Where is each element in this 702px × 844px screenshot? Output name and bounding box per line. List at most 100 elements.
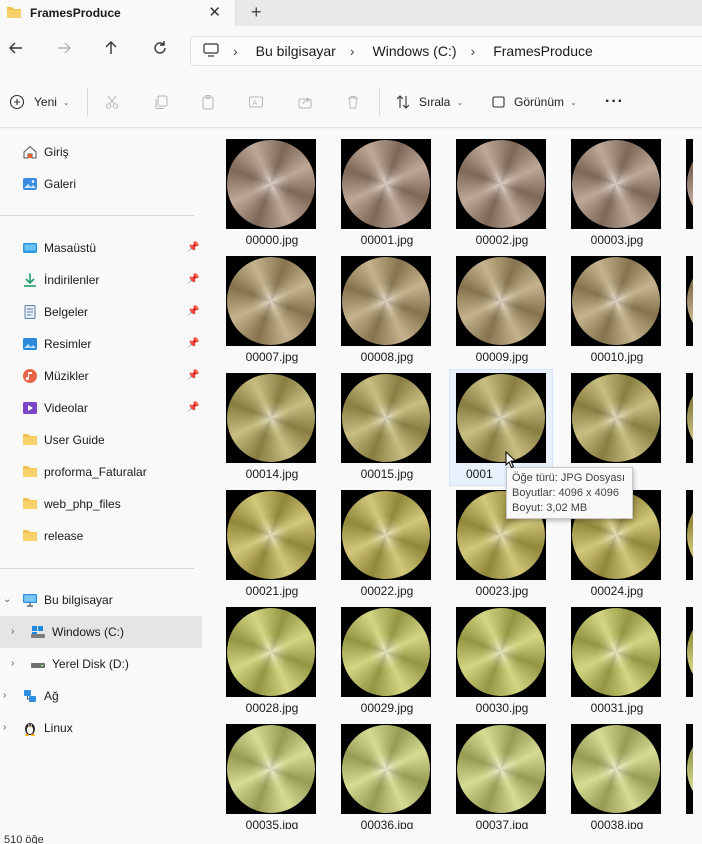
chevron-right-icon[interactable]: › bbox=[3, 690, 6, 701]
chevron-right-icon[interactable]: › bbox=[11, 626, 14, 637]
file-name: 00036.jpg bbox=[360, 818, 414, 829]
scrollbar-track[interactable] bbox=[693, 129, 702, 829]
breadcrumb-framesproduce[interactable]: FramesProduce bbox=[493, 43, 593, 59]
pin-icon[interactable]: 📌 bbox=[187, 242, 199, 253]
file-thumbnail[interactable]: 00000.jpg bbox=[208, 129, 316, 247]
pin-icon[interactable]: 📌 bbox=[187, 370, 199, 381]
file-name: 00015.jpg bbox=[360, 467, 414, 481]
chevron-right-icon[interactable]: › bbox=[11, 658, 14, 669]
arrow-up-icon bbox=[105, 41, 117, 54]
up-button[interactable] bbox=[99, 39, 123, 63]
sidebar-item-network[interactable]: › Ağ bbox=[0, 680, 202, 712]
download-icon bbox=[22, 272, 38, 288]
file-thumbnail[interactable]: 00029.jpg bbox=[323, 597, 431, 715]
chevron-right-icon[interactable]: › bbox=[3, 722, 6, 733]
pin-icon[interactable]: 📌 bbox=[187, 274, 199, 285]
file-thumbnail[interactable]: 00007.jpg bbox=[208, 246, 316, 364]
file-thumbnail[interactable]: 00021.jpg bbox=[208, 480, 316, 598]
file-thumbnail[interactable]: 00030.jpg bbox=[438, 597, 546, 715]
sidebar-item-gallery[interactable]: Galeri bbox=[0, 168, 202, 200]
sidebar-item-videos[interactable]: Videolar 📌 bbox=[0, 392, 202, 424]
file-thumbnail[interactable]: 9 bbox=[553, 363, 661, 481]
pin-icon[interactable]: 📌 bbox=[187, 338, 199, 349]
close-tab-icon[interactable]: ✕ bbox=[208, 3, 221, 21]
delete-button[interactable] bbox=[345, 90, 361, 114]
pin-icon[interactable]: 📌 bbox=[187, 306, 199, 317]
sidebar-item-downloads[interactable]: İndirilenler 📌 bbox=[0, 264, 202, 296]
copy-button[interactable] bbox=[153, 90, 169, 114]
thumbnail-image bbox=[226, 607, 316, 697]
tab-framesproduce[interactable]: FramesProduce ✕ bbox=[0, 0, 236, 26]
sidebar-item-proforma-faturalar[interactable]: proforma_Faturalar bbox=[0, 456, 202, 488]
file-thumbnail[interactable]: 00009.jpg bbox=[438, 246, 546, 364]
sidebar-item-label: Belgeler bbox=[44, 305, 89, 319]
sort-button[interactable]: Sırala ⌄ bbox=[395, 90, 463, 114]
new-button[interactable]: Yeni ⌄ bbox=[9, 90, 70, 114]
file-thumbnail[interactable]: 00002.jpg bbox=[438, 129, 546, 247]
breadcrumb-this-pc[interactable]: Bu bilgisayar bbox=[256, 43, 336, 59]
thumbnail-image bbox=[341, 139, 431, 229]
file-thumbnail[interactable]: 00031.jpg bbox=[553, 597, 661, 715]
see-more-button[interactable]: ··· bbox=[605, 90, 624, 114]
sort-label: Sırala bbox=[419, 95, 451, 109]
folder-icon bbox=[22, 496, 38, 512]
cut-button[interactable] bbox=[104, 90, 120, 114]
file-thumbnail[interactable]: 00010.jpg bbox=[553, 246, 661, 364]
tab-title: FramesProduce bbox=[30, 6, 121, 20]
rename-button[interactable]: A bbox=[248, 90, 264, 114]
file-thumbnail[interactable]: 00014.jpg bbox=[208, 363, 316, 481]
pin-icon[interactable]: 📌 bbox=[187, 402, 199, 413]
file-name: 00028.jpg bbox=[245, 701, 299, 715]
file-name: 00024.jpg bbox=[590, 584, 644, 598]
desktop-icon bbox=[22, 240, 38, 256]
sidebar-item-label: Masaüstü bbox=[44, 241, 97, 255]
folder-icon bbox=[22, 432, 38, 448]
sidebar-item-linux[interactable]: › Linux bbox=[0, 712, 202, 744]
file-thumbnail[interactable]: 00015.jpg bbox=[323, 363, 431, 481]
forward-button[interactable] bbox=[52, 39, 76, 63]
address-bar[interactable]: › Bu bilgisayar › Windows (C:) › FramesP… bbox=[190, 36, 702, 66]
chevron-down-icon[interactable]: ⌄ bbox=[3, 594, 11, 605]
paste-button[interactable] bbox=[200, 90, 216, 114]
sidebar-item-home[interactable]: Giriş bbox=[0, 136, 202, 168]
this-pc-icon bbox=[22, 592, 38, 608]
sidebar-item-release[interactable]: release bbox=[0, 520, 202, 552]
file-thumbnail[interactable]: 00028.jpg bbox=[208, 597, 316, 715]
sidebar-item-user-guide[interactable]: User Guide bbox=[0, 424, 202, 456]
file-name: 00008.jpg bbox=[360, 350, 414, 364]
share-button[interactable] bbox=[297, 90, 313, 114]
sidebar-item-this-pc[interactable]: ⌄ Bu bilgisayar bbox=[0, 584, 202, 616]
view-label: Görünüm bbox=[514, 95, 565, 109]
back-button[interactable] bbox=[4, 39, 28, 63]
drive-icon bbox=[30, 656, 46, 672]
refresh-button[interactable] bbox=[148, 39, 172, 63]
breadcrumb-windows-c[interactable]: Windows (C:) bbox=[373, 43, 457, 59]
sidebar-item-pictures[interactable]: Resimler 📌 bbox=[0, 328, 202, 360]
sidebar-item-windows-c[interactable]: › Windows (C:) bbox=[0, 616, 202, 648]
file-thumbnail[interactable]: 00037.jpg bbox=[438, 714, 546, 829]
file-thumbnail[interactable]: 00022.jpg bbox=[323, 480, 431, 598]
trash-icon bbox=[348, 96, 358, 109]
clipboard-icon bbox=[202, 95, 214, 110]
breadcrumb-separator-icon: › bbox=[233, 43, 238, 59]
file-thumbnail[interactable]: 0001 bbox=[438, 363, 546, 481]
file-thumbnail[interactable]: 00036.jpg bbox=[323, 714, 431, 829]
navigation-pane: Giriş Galeri Masaüstü 📌 İndirilenler 📌 B… bbox=[0, 129, 205, 829]
sidebar-item-web-php-files[interactable]: web_php_files bbox=[0, 488, 202, 520]
thumbnail-image bbox=[456, 139, 546, 229]
thumbnail-image bbox=[571, 607, 661, 697]
file-name: 00007.jpg bbox=[245, 350, 299, 364]
view-button[interactable]: Görünüm ⌄ bbox=[491, 90, 577, 114]
new-tab-button[interactable]: + bbox=[251, 2, 262, 23]
file-thumbnail[interactable]: 00038.jpg bbox=[553, 714, 661, 829]
file-thumbnail[interactable]: 00003.jpg bbox=[553, 129, 661, 247]
file-thumbnail[interactable]: 00035.jpg bbox=[208, 714, 316, 829]
file-thumbnail[interactable]: 00008.jpg bbox=[323, 246, 431, 364]
sidebar-item-music[interactable]: Müzikler 📌 bbox=[0, 360, 202, 392]
thumbnail-image bbox=[456, 607, 546, 697]
sidebar-item-documents[interactable]: Belgeler 📌 bbox=[0, 296, 202, 328]
breadcrumb-separator-icon: › bbox=[349, 43, 355, 59]
sidebar-item-desktop[interactable]: Masaüstü 📌 bbox=[0, 232, 202, 264]
sidebar-item-local-disk-d[interactable]: › Yerel Disk (D:) bbox=[0, 648, 202, 680]
file-thumbnail[interactable]: 00001.jpg bbox=[323, 129, 431, 247]
